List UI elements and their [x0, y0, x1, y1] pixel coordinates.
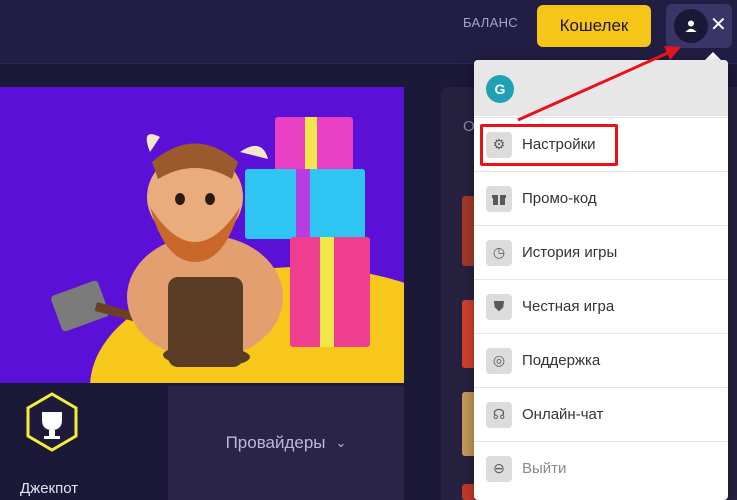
annotation-arrow: [517, 46, 681, 122]
